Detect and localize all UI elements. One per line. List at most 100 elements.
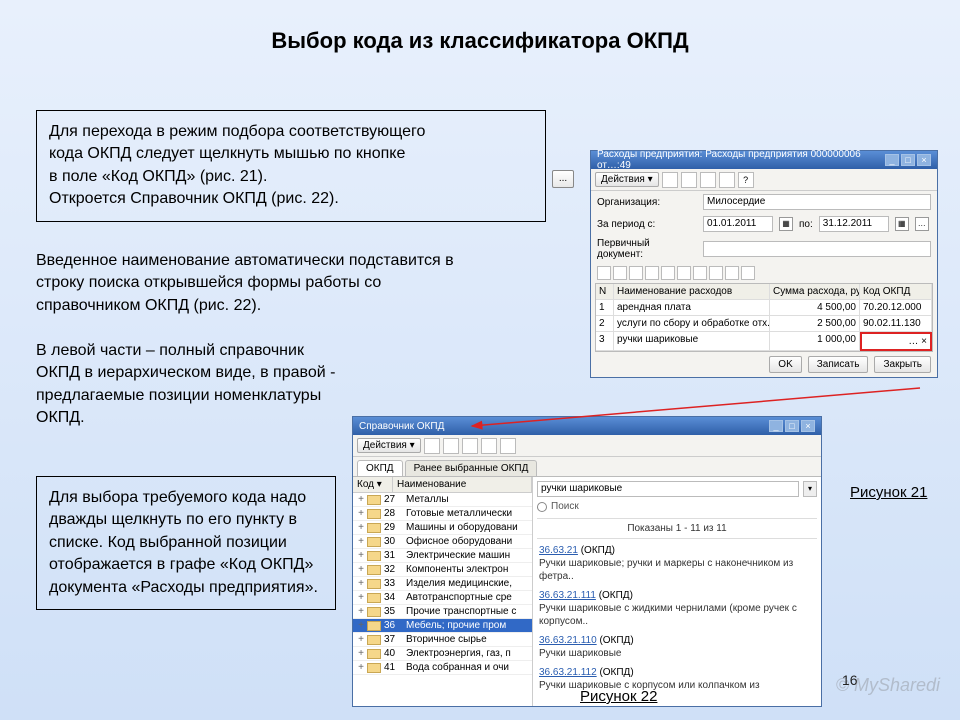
period-label: За период с: xyxy=(597,219,697,230)
result-code[interactable]: 36.63.21.110 xyxy=(539,635,597,646)
calendar-icon[interactable]: ▦ xyxy=(779,217,793,231)
search-link[interactable]: Поиск xyxy=(537,501,817,512)
toolbar-icon[interactable] xyxy=(709,266,723,280)
expand-icon[interactable]: + xyxy=(355,648,367,659)
tree-row[interactable]: +28Готовые металлически xyxy=(353,507,532,521)
expand-icon[interactable]: + xyxy=(355,662,367,673)
help-icon[interactable]: ? xyxy=(738,172,754,188)
table-row[interactable]: 1 арендная плата 4 500,00 70.20.12.000 xyxy=(596,300,932,316)
toolbar-icon[interactable] xyxy=(719,172,735,188)
code-okpd-cell-highlight[interactable]: … × xyxy=(860,332,932,351)
close-icon[interactable]: × xyxy=(917,154,931,166)
tree-code: 31 xyxy=(384,550,406,561)
tree-row[interactable]: +30Офисное оборудовани xyxy=(353,535,532,549)
primary-doc-field[interactable] xyxy=(703,241,931,257)
result-item[interactable]: 36.63.21.110 (ОКПД)Ручки шариковые xyxy=(537,631,817,663)
expand-icon[interactable]: + xyxy=(355,564,367,575)
footer-buttons: OK Записать Закрыть xyxy=(591,352,937,377)
ok-button[interactable]: OK xyxy=(769,356,801,373)
tree-row[interactable]: +37Вторичное сырье xyxy=(353,633,532,647)
tree-name: Металлы xyxy=(406,494,530,505)
toolbar-icon[interactable] xyxy=(677,266,691,280)
calendar-icon[interactable]: ▦ xyxy=(895,217,909,231)
expand-icon[interactable]: + xyxy=(355,620,367,631)
tree-code: 40 xyxy=(384,648,406,659)
expand-icon[interactable]: + xyxy=(355,522,367,533)
toolbar-icon[interactable] xyxy=(629,266,643,280)
toolbar-icon[interactable] xyxy=(613,266,627,280)
tree-row[interactable]: +32Компоненты электрон xyxy=(353,563,532,577)
toolbar-icon[interactable] xyxy=(662,172,678,188)
expand-icon[interactable]: + xyxy=(355,536,367,547)
ellipsis-button[interactable]: ... xyxy=(552,170,574,188)
expand-icon[interactable]: + xyxy=(355,578,367,589)
actions-dropdown[interactable]: Действия ▾ xyxy=(357,438,421,453)
tree-pane: Код ▾ Наименование +27Металлы+28Готовые … xyxy=(353,477,533,706)
result-item[interactable]: 36.63.21.112 (ОКПД)Ручки шариковые с кор… xyxy=(537,663,817,695)
toolbar-icon[interactable] xyxy=(500,438,516,454)
date-from-field[interactable]: 01.01.2011 xyxy=(703,216,773,232)
folder-icon xyxy=(367,607,381,617)
maximize-icon[interactable]: □ xyxy=(785,420,799,432)
search-input[interactable]: ручки шариковые xyxy=(537,481,799,497)
tab-okpd[interactable]: ОКПД xyxy=(357,460,403,476)
tree-row[interactable]: +36Мебель; прочие пром xyxy=(353,619,532,633)
window-okpd-directory: Справочник ОКПД _ □ × Действия ▾ ОКПД Ра… xyxy=(352,416,822,707)
toolbar-icon[interactable] xyxy=(645,266,659,280)
tree-row[interactable]: +41Вода собранная и очи xyxy=(353,661,532,675)
table-row[interactable]: 2 услуги по сбору и обработке отх.. 2 50… xyxy=(596,316,932,332)
toolbar-icon[interactable] xyxy=(725,266,739,280)
search-icon xyxy=(537,502,547,512)
tree-name: Автотранспортные сре xyxy=(406,592,530,603)
close-icon[interactable]: × xyxy=(801,420,815,432)
actions-dropdown[interactable]: Действия ▾ xyxy=(595,172,659,187)
toolbar-icon[interactable] xyxy=(481,438,497,454)
expand-icon[interactable]: + xyxy=(355,634,367,645)
result-item[interactable]: 36.63.21.111 (ОКПД)Ручки шариковые с жид… xyxy=(537,586,817,631)
result-item[interactable]: 36.63.21 (ОКПД) Ручки шариковые; ручки и … xyxy=(537,541,817,586)
tab-recent-okpd[interactable]: Ранее выбранные ОКПД xyxy=(405,460,538,476)
tree-name: Вода собранная и очи xyxy=(406,662,530,673)
toolbar-icon[interactable] xyxy=(681,172,697,188)
tree-row[interactable]: +31Электрические машин xyxy=(353,549,532,563)
minimize-icon[interactable]: _ xyxy=(769,420,783,432)
tree-row[interactable]: +40Электроэнергия, газ, п xyxy=(353,647,532,661)
toolbar-icon[interactable] xyxy=(462,438,478,454)
intro-line: кода ОКПД следует щелкнуть мышью по кноп… xyxy=(49,143,533,165)
toolbar-icon[interactable] xyxy=(443,438,459,454)
org-field[interactable]: Милосердие xyxy=(703,194,931,210)
toolbar-icon[interactable] xyxy=(741,266,755,280)
ellipsis-icon[interactable]: … xyxy=(915,217,929,231)
dropdown-icon[interactable]: ▾ xyxy=(803,481,817,497)
date-to-field[interactable]: 31.12.2011 xyxy=(819,216,889,232)
tree-name: Изделия медицинские, xyxy=(406,578,530,589)
expand-icon[interactable]: + xyxy=(355,592,367,603)
toolbar-icon[interactable] xyxy=(597,266,611,280)
maximize-icon[interactable]: □ xyxy=(901,154,915,166)
result-desc: Ручки шариковые; ручки и маркеры с након… xyxy=(539,558,793,582)
minimize-icon[interactable]: _ xyxy=(885,154,899,166)
tree-row[interactable]: +33Изделия медицинские, xyxy=(353,577,532,591)
expand-icon[interactable]: + xyxy=(355,550,367,561)
expand-icon[interactable]: + xyxy=(355,606,367,617)
page-title: Выбор кода из классификатора ОКПД xyxy=(0,28,960,54)
col-name: Наименование расходов xyxy=(614,284,770,300)
result-code[interactable]: 36.63.21.111 xyxy=(539,590,596,601)
table-row[interactable]: 3 ручки шариковые 1 000,00 … × xyxy=(596,332,932,351)
results-pane: ручки шариковые ▾ Поиск Показаны 1 - 11 … xyxy=(533,477,821,706)
result-code[interactable]: 36.63.21 xyxy=(539,545,578,556)
toolbar-icon[interactable] xyxy=(661,266,675,280)
result-tag: (ОКПД) xyxy=(581,545,615,556)
close-button[interactable]: Закрыть xyxy=(874,356,931,373)
result-code[interactable]: 36.63.21.112 xyxy=(539,667,597,678)
toolbar-icon[interactable] xyxy=(693,266,707,280)
save-button[interactable]: Записать xyxy=(808,356,869,373)
tree-row[interactable]: +27Металлы xyxy=(353,493,532,507)
tree-row[interactable]: +34Автотранспортные сре xyxy=(353,591,532,605)
expand-icon[interactable]: + xyxy=(355,508,367,519)
expand-icon[interactable]: + xyxy=(355,494,367,505)
toolbar-icon[interactable] xyxy=(424,438,440,454)
tree-row[interactable]: +29Машины и оборудовани xyxy=(353,521,532,535)
toolbar-icon[interactable] xyxy=(700,172,716,188)
tree-row[interactable]: +35Прочие транспортные с xyxy=(353,605,532,619)
